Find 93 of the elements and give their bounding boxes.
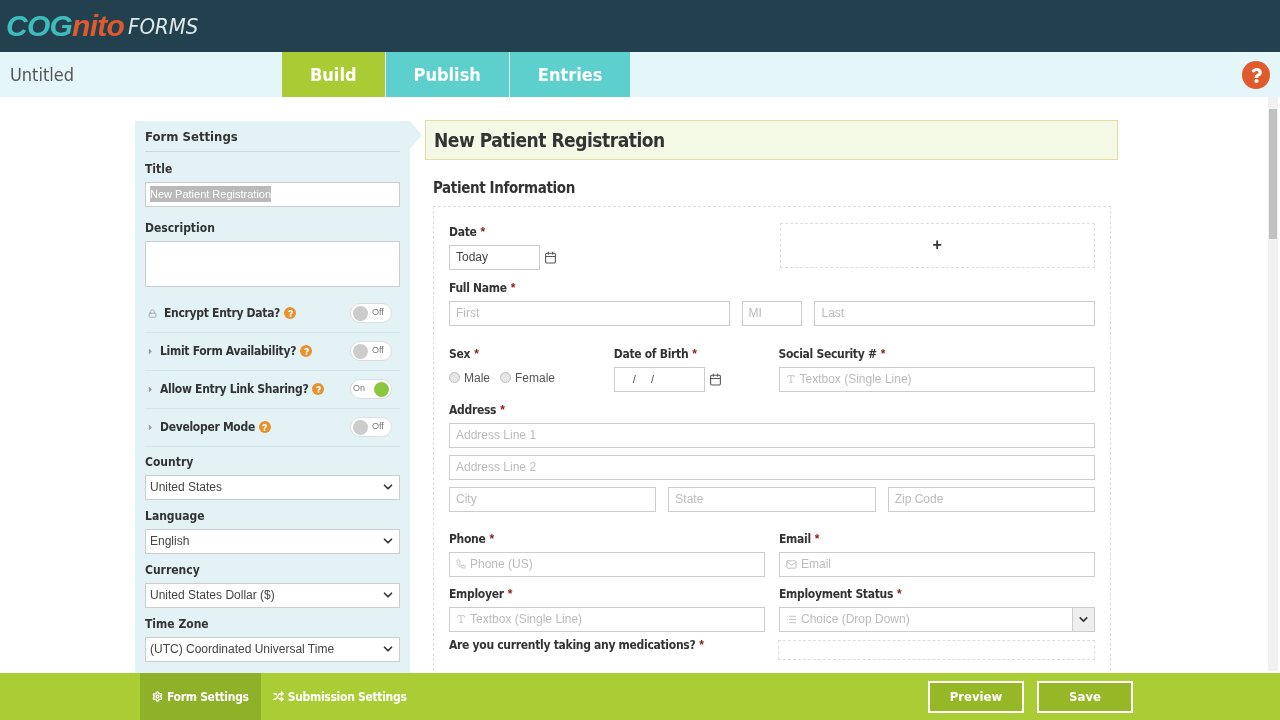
help-icon[interactable] xyxy=(300,345,313,357)
add-field-placeholder[interactable]: + xyxy=(779,222,1095,268)
radio-option[interactable]: Male xyxy=(449,368,490,387)
field-label: Language xyxy=(145,507,206,525)
setting-label: Encrypt Entry Data? xyxy=(164,305,281,322)
field-label: Date of Birth xyxy=(613,345,689,363)
calendar-icon[interactable] xyxy=(544,250,557,264)
expand-caret-icon[interactable] xyxy=(146,346,155,356)
gear-icon xyxy=(152,691,163,702)
input-field[interactable]: MI xyxy=(741,300,803,326)
setting-label: Limit Form Availability? xyxy=(160,343,297,360)
input-field[interactable]: Zip Code xyxy=(887,486,1095,512)
dropdown[interactable]: United States xyxy=(145,474,400,500)
text-type-icon xyxy=(785,374,796,384)
panel-heading: Form Settings xyxy=(145,127,400,152)
expand-caret-icon[interactable] xyxy=(146,422,155,432)
required-mark: * xyxy=(510,279,516,297)
text-type-icon xyxy=(456,614,466,624)
input-field[interactable]: Email xyxy=(779,551,1095,577)
required-mark: * xyxy=(699,636,705,654)
setting-label: Developer Mode xyxy=(160,419,255,436)
input-field[interactable]: Address Line 2 xyxy=(449,454,1095,480)
field-label: Social Security # xyxy=(778,345,877,363)
logo-wordmark[interactable]: COGnito xyxy=(6,11,125,41)
field-label: Date xyxy=(449,223,477,241)
help-icon[interactable] xyxy=(284,307,297,319)
input-field[interactable]: Address Line 1 xyxy=(449,422,1095,448)
field-label: Time Zone xyxy=(145,615,210,633)
field-label: Address xyxy=(449,401,497,419)
required-mark: * xyxy=(480,223,486,241)
required-mark: * xyxy=(897,585,902,603)
nav-tab[interactable]: Entries xyxy=(509,52,632,97)
lock-icon xyxy=(148,308,157,318)
footer-button[interactable]: Preview xyxy=(928,680,1024,713)
logo-suffix: FORMS xyxy=(128,12,199,41)
footer-button[interactable]: Save xyxy=(1037,680,1133,713)
input-field[interactable]: First xyxy=(449,300,730,326)
field-label: Are you currently taking any medications? xyxy=(449,636,696,654)
calendar-icon[interactable] xyxy=(708,372,722,386)
input-field[interactable]: Textbox (Single Line) xyxy=(778,366,1095,392)
scrollbar[interactable] xyxy=(1268,97,1278,671)
dropdown[interactable]: Choice (Drop Down) xyxy=(779,606,1095,632)
toggle-switch[interactable]: Off xyxy=(350,341,392,361)
required-mark: * xyxy=(880,345,886,363)
date-field[interactable]: / / xyxy=(613,366,705,392)
input-field[interactable]: Phone (US) xyxy=(449,551,765,577)
dropdown[interactable]: United States Dollar ($) xyxy=(145,582,400,608)
field-label: Employment Status xyxy=(779,585,894,603)
help-icon[interactable] xyxy=(1242,61,1270,89)
form-title: New Patient Registration xyxy=(434,127,665,153)
field-label: Sex xyxy=(449,345,471,363)
input-field[interactable]: Textbox (Single Line) xyxy=(449,606,765,632)
list-icon xyxy=(786,613,797,625)
section-title: Patient Information xyxy=(433,178,576,199)
required-mark: * xyxy=(507,585,513,603)
mail-icon xyxy=(786,558,797,570)
form-name: Untitled xyxy=(9,63,76,87)
input-field[interactable]: New Patient Registration xyxy=(145,181,400,207)
input-field[interactable]: Today xyxy=(449,244,540,270)
setting-label: Allow Entry Link Sharing? xyxy=(160,381,309,398)
field-placeholder[interactable] xyxy=(778,639,1095,660)
dropdown[interactable]: (UTC) Coordinated Universal Time xyxy=(145,636,400,662)
phone-icon xyxy=(456,559,466,569)
footer-tab[interactable]: Form Settings xyxy=(140,673,261,720)
toggle-switch[interactable]: Off xyxy=(350,417,392,437)
required-mark: * xyxy=(692,345,697,363)
nav-tab[interactable]: Publish xyxy=(385,52,510,97)
required-mark: * xyxy=(474,345,479,363)
input-field[interactable]: State xyxy=(668,486,876,512)
field-label: Email xyxy=(779,530,811,548)
field-label: Phone xyxy=(449,530,486,548)
field-label: Country xyxy=(145,453,195,471)
field-label: Full Name xyxy=(449,279,507,297)
required-mark: * xyxy=(814,530,820,548)
shuffle-icon xyxy=(272,691,284,702)
footer-tab[interactable]: Submission Settings xyxy=(260,673,419,720)
field-label: Currency xyxy=(145,561,201,579)
required-mark: * xyxy=(489,530,495,548)
field-label: Title xyxy=(145,160,174,178)
toggle-switch[interactable]: Off xyxy=(350,303,392,323)
help-icon[interactable] xyxy=(312,383,325,395)
dropdown[interactable]: English xyxy=(145,528,400,554)
input-field[interactable]: City xyxy=(449,486,657,512)
input-field[interactable]: Last xyxy=(814,300,1095,326)
field-label: Employer xyxy=(449,585,504,603)
required-mark: * xyxy=(500,401,505,419)
field-label: Description xyxy=(145,219,216,237)
radio-option[interactable]: Female xyxy=(500,368,556,387)
text-area[interactable] xyxy=(145,240,400,287)
help-icon[interactable] xyxy=(258,421,271,433)
nav-tab[interactable]: Build xyxy=(282,52,386,97)
expand-caret-icon[interactable] xyxy=(146,384,155,394)
toggle-switch[interactable]: On xyxy=(350,379,392,399)
